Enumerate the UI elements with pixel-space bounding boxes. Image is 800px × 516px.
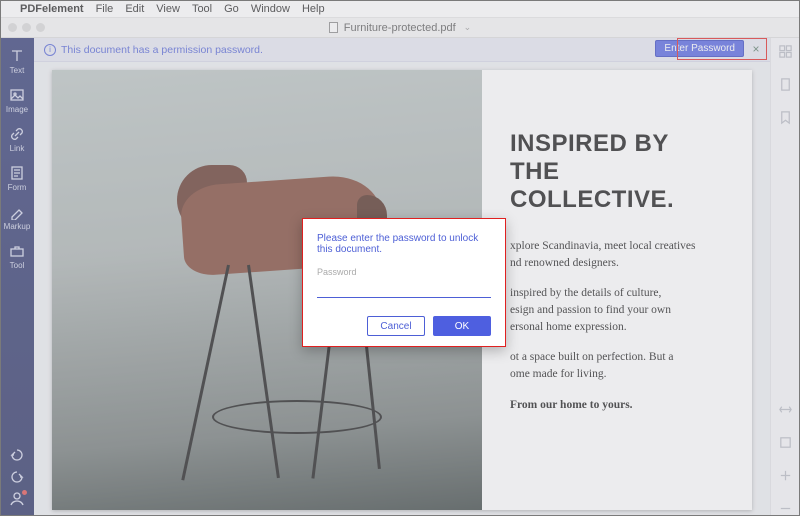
ok-button[interactable]: OK xyxy=(433,316,491,336)
cancel-button[interactable]: Cancel xyxy=(367,316,425,336)
password-label: Password xyxy=(317,267,491,277)
dialog-prompt: Please enter the password to unlock this… xyxy=(317,233,491,255)
password-input[interactable] xyxy=(317,279,491,298)
password-dialog: Please enter the password to unlock this… xyxy=(302,218,506,347)
